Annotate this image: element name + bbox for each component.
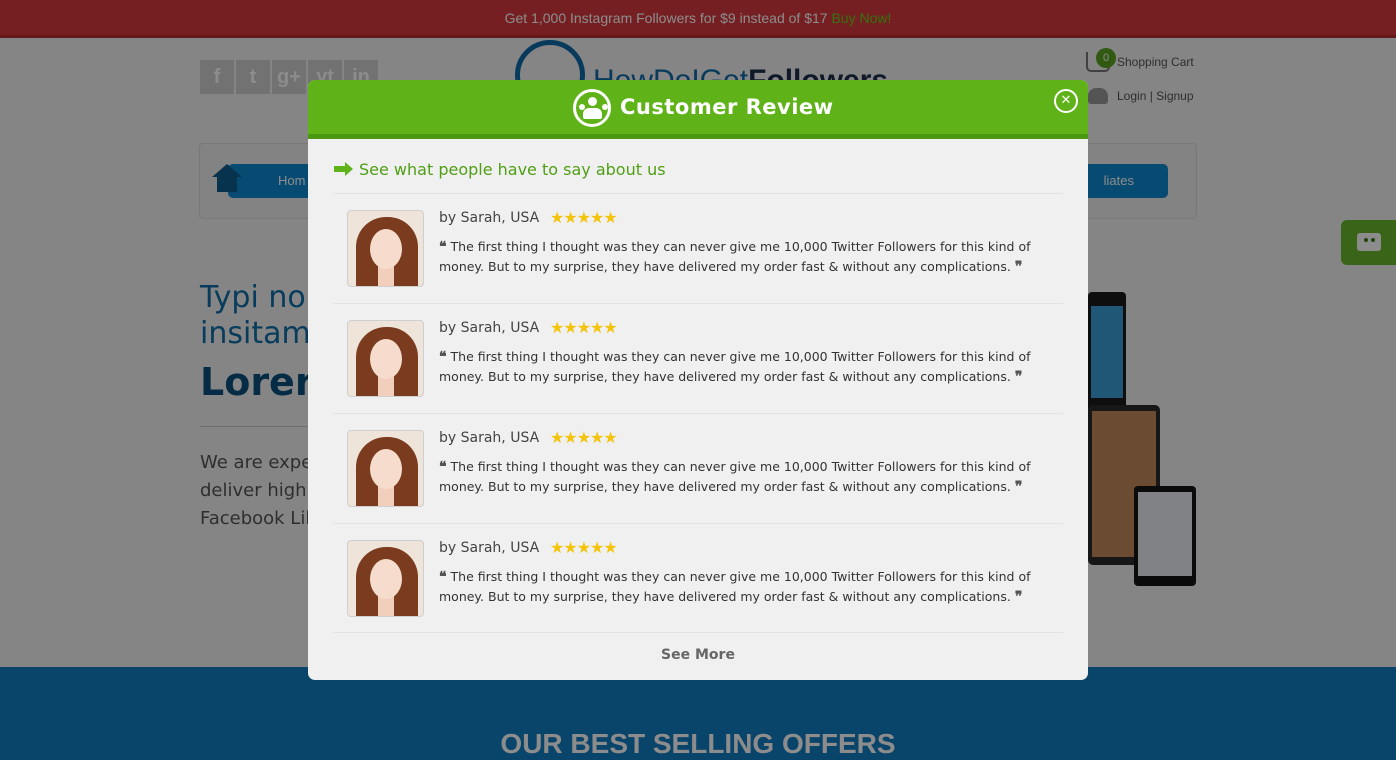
rating-stars-icon: ★★★★★: [550, 318, 618, 337]
close-quote-icon: ❞: [1014, 369, 1023, 385]
reviewer-name: by Sarah, USA: [439, 430, 540, 446]
open-quote-icon: ❝: [439, 239, 447, 255]
subheading-text: See what people have to say about us: [359, 160, 666, 179]
review-text: ❝ The first thing I thought was they can…: [439, 239, 1031, 275]
see-more-button[interactable]: See More: [308, 647, 1088, 663]
modal-header: Customer Review ✕: [308, 80, 1088, 139]
customer-review-modal: Customer Review ✕ See what people have t…: [308, 80, 1088, 680]
open-quote-icon: ❝: [439, 459, 447, 475]
reviewer-avatar: [347, 430, 424, 507]
review-item: by Sarah, USA ★★★★★ ❝ The first thing I …: [333, 523, 1063, 633]
modal-title: Customer Review: [620, 95, 834, 119]
open-quote-icon: ❝: [439, 569, 447, 585]
close-quote-icon: ❞: [1014, 259, 1023, 275]
review-item: by Sarah, USA ★★★★★ ❝ The first thing I …: [333, 303, 1063, 413]
customers-icon: [573, 89, 611, 127]
arrow-right-icon: [334, 162, 353, 176]
reviewer-name: by Sarah, USA: [439, 210, 540, 226]
close-quote-icon: ❞: [1014, 479, 1023, 495]
close-quote-icon: ❞: [1014, 589, 1023, 605]
review-text: ❝ The first thing I thought was they can…: [439, 349, 1031, 385]
reviewer-avatar: [347, 210, 424, 287]
reviewer-avatar: [347, 540, 424, 617]
review-item: by Sarah, USA ★★★★★ ❝ The first thing I …: [333, 193, 1063, 303]
review-text: ❝ The first thing I thought was they can…: [439, 569, 1031, 605]
reviewer-avatar: [347, 320, 424, 397]
close-button[interactable]: ✕: [1054, 89, 1078, 113]
rating-stars-icon: ★★★★★: [550, 428, 618, 447]
rating-stars-icon: ★★★★★: [550, 538, 618, 557]
rating-stars-icon: ★★★★★: [550, 208, 618, 227]
open-quote-icon: ❝: [439, 349, 447, 365]
reviewer-name: by Sarah, USA: [439, 540, 540, 556]
review-item: by Sarah, USA ★★★★★ ❝ The first thing I …: [333, 413, 1063, 523]
review-text: ❝ The first thing I thought was they can…: [439, 459, 1031, 495]
reviewer-name: by Sarah, USA: [439, 320, 540, 336]
